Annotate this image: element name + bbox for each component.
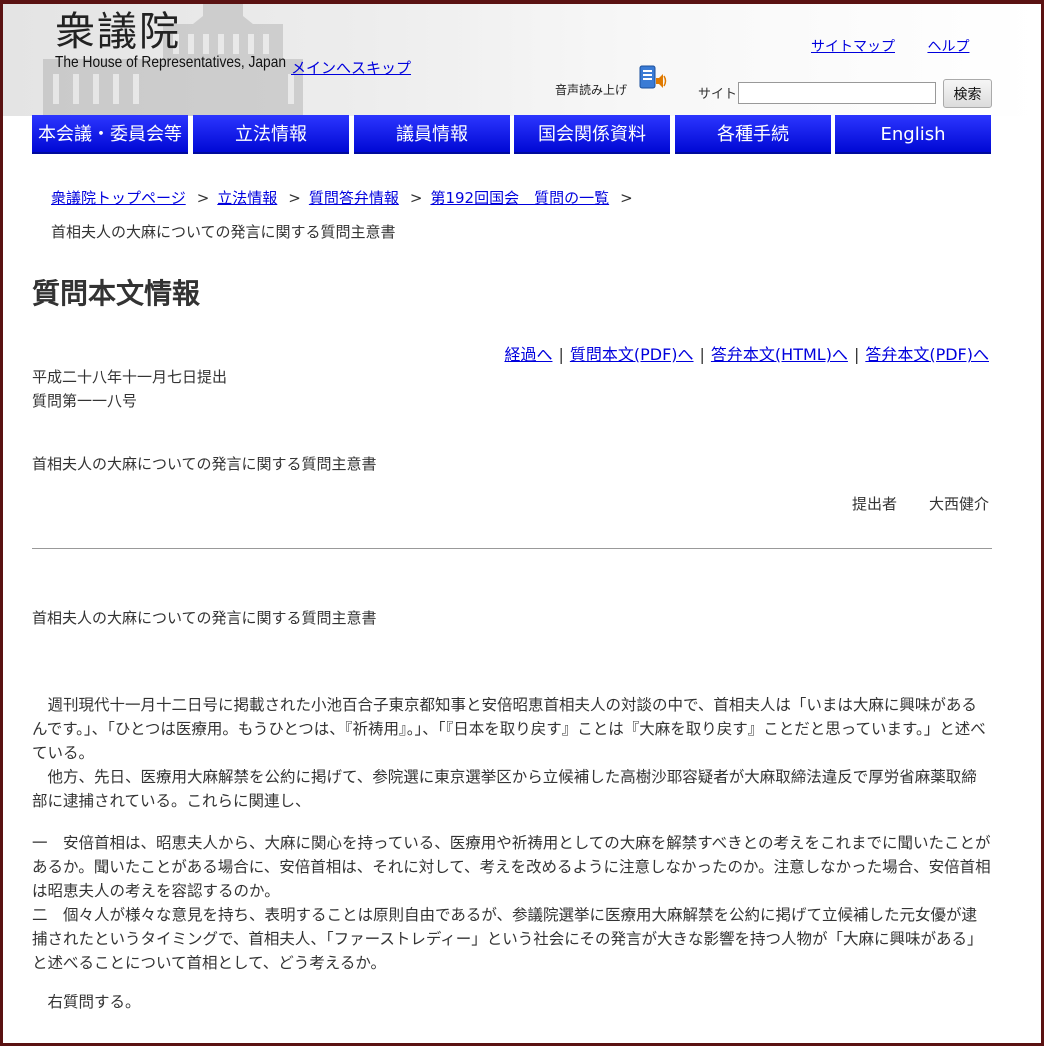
submission-meta: 平成二十八年十一月七日提出 質問第一一八号 (32, 365, 227, 413)
breadcrumb-separator: > (409, 189, 423, 207)
submission-date: 平成二十八年十一月七日提出 (32, 368, 228, 386)
answer-pdf-link[interactable]: 答弁本文(PDF)へ (865, 345, 989, 364)
question-number: 質問第一一八号 (32, 392, 138, 410)
link-divider: | (558, 345, 564, 364)
document-links: 経過へ | 質問本文(PDF)へ | 答弁本文(HTML)へ | 答弁本文(PDF)へ (504, 341, 989, 365)
logo-english[interactable]: The House of Representatives, Japan (55, 54, 286, 72)
logo-kanji[interactable]: 衆議院 (55, 8, 181, 56)
submitter-label: 提出者 (851, 495, 897, 513)
progress-link[interactable]: 経過へ (504, 345, 552, 364)
site-search-label: サイト (698, 87, 738, 102)
search-input[interactable] (738, 82, 936, 104)
breadcrumb-separator: > (620, 189, 633, 207)
help-link[interactable]: ヘルプ (927, 39, 969, 55)
nav-plenary-committees[interactable]: 本会議・委員会等 (32, 115, 188, 154)
utility-links: サイトマップ ヘルプ (811, 36, 997, 56)
sitemap-link[interactable]: サイトマップ (811, 39, 895, 55)
divider (32, 548, 992, 549)
breadcrumb-separator: > (288, 189, 301, 207)
body-title: 首相夫人の大麻についての発言に関する質問主意書 (32, 609, 377, 627)
nav-english[interactable]: English (835, 115, 991, 154)
breadcrumb-legislation[interactable]: 立法情報 (217, 189, 277, 207)
breadcrumb-separator: > (196, 189, 210, 207)
nav-diet-materials[interactable]: 国会関係資料 (514, 115, 670, 154)
body-question-2: 二 個々人が様々な意見を持ち、表明することは原則自由であるが、参議院選挙に医療用… (32, 906, 983, 972)
speaker-book-icon[interactable] (637, 64, 667, 94)
site-header: 衆議院 The House of Representatives, Japan … (3, 4, 1041, 116)
nav-procedures[interactable]: 各種手続 (675, 115, 831, 154)
body-question-1: 一 安倍首相は、昭恵夫人から、大麻に関心を持っている、医療用や祈祷用としての大麻… (32, 834, 991, 900)
skip-to-main-link[interactable]: メインへスキップ (291, 57, 411, 78)
breadcrumb-qa[interactable]: 質問答弁情報 (309, 189, 399, 207)
body-paragraph-1: 週刊現代十一月十二日号に掲載された小池百合子東京都知事と安倍昭恵首相夫人の対談の… (32, 696, 986, 762)
submitter: 提出者 大西健介 (852, 493, 989, 514)
answer-html-link[interactable]: 答弁本文(HTML)へ (711, 345, 848, 364)
link-divider: | (699, 345, 705, 364)
question-pdf-link[interactable]: 質問本文(PDF)へ (570, 345, 694, 364)
search-button[interactable]: 検索 (943, 79, 992, 108)
nav-members[interactable]: 議員情報 (354, 115, 510, 154)
page-frame: 衆議院 The House of Representatives, Japan … (0, 0, 1044, 1046)
body-closing: 右質問する。 (32, 993, 141, 1011)
submitter-name: 大西健介 (928, 495, 989, 513)
nav-legislation[interactable]: 立法情報 (193, 115, 349, 154)
breadcrumb-question-list[interactable]: 第192回国会 質問の一覧 (430, 189, 609, 207)
voice-reading-label[interactable]: 音声読み上げ (555, 81, 627, 98)
body-paragraph-2: 他方、先日、医療用大麻解禁を公約に掲げて、参院選に東京選挙区から立候補した高樹沙… (32, 768, 977, 810)
breadcrumb-current: 首相夫人の大麻についての発言に関する質問主意書 (51, 223, 396, 241)
breadcrumb: 衆議院トップページ > 立法情報 > 質問答弁情報 > 第192回国会 質問の一覧 > (51, 187, 641, 208)
link-divider: | (853, 345, 860, 364)
breadcrumb-top[interactable]: 衆議院トップページ (51, 189, 186, 207)
question-title: 首相夫人の大麻についての発言に関する質問主意書 (32, 455, 377, 473)
page-title: 質問本文情報 (32, 277, 201, 310)
